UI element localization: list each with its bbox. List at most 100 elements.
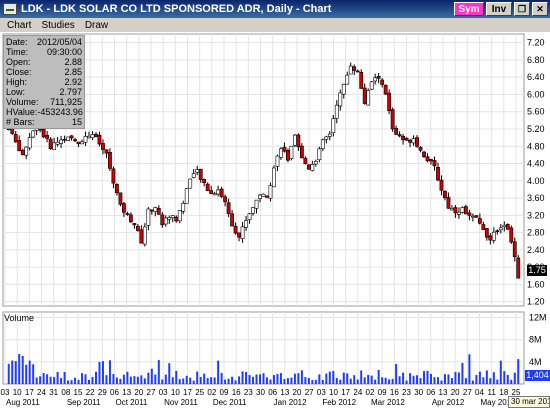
- volume-bar: [450, 378, 453, 384]
- candle-body: [467, 212, 472, 216]
- volume-bar: [259, 374, 262, 384]
- candle-body: [219, 188, 224, 197]
- candle-body: [20, 149, 25, 155]
- volume-bar: [168, 363, 171, 384]
- menu-chart[interactable]: Chart: [0, 20, 36, 31]
- candle-body: [415, 137, 419, 147]
- candle-body: [334, 104, 339, 119]
- candle-body: [397, 134, 402, 137]
- price-axis-tick-label: 3.20: [527, 210, 545, 220]
- candle-body: [282, 146, 287, 152]
- volume-bar: [328, 371, 331, 384]
- last-volume-label: 1,404: [525, 370, 550, 381]
- volume-bar: [443, 374, 446, 384]
- title-bar[interactable]: LDK - LDK SOLAR CO LTD SPONSORED ADR, Da…: [0, 0, 550, 18]
- volume-bar: [245, 372, 248, 384]
- candle-body: [233, 225, 238, 234]
- volume-bar: [11, 360, 14, 384]
- candle-body: [401, 135, 405, 141]
- chart-area[interactable]: 03 10 17 24 31 08 15 22 29 06 13 20 27 03 10 17 25 02 09 16…: [0, 32, 550, 408]
- volume-bar: [108, 360, 111, 384]
- volume-bar: [101, 361, 104, 384]
- candle-body: [432, 160, 437, 167]
- candle-body: [313, 161, 318, 165]
- menu-draw[interactable]: Draw: [80, 20, 113, 31]
- volume-bar: [499, 360, 502, 384]
- x-day-tick-label: 10: [171, 388, 180, 397]
- candle-body: [491, 231, 496, 241]
- x-day-tick-label: 15: [74, 388, 83, 397]
- volume-bar: [122, 374, 125, 384]
- price-axis-tick-label: 1.20: [527, 297, 545, 307]
- volume-bar: [140, 375, 143, 384]
- candle-body: [198, 168, 203, 180]
- candle-body: [212, 193, 217, 196]
- candle-body: [404, 137, 409, 141]
- x-day-tick-label: 03: [1, 388, 10, 397]
- close-icon[interactable]: ✕: [532, 2, 548, 16]
- x-day-tick-label: 27: [147, 388, 156, 397]
- volume-bar: [14, 361, 17, 384]
- candle-body: [470, 215, 475, 218]
- candle-body: [191, 173, 196, 178]
- volume-bar: [367, 374, 370, 384]
- volume-bar: [297, 373, 300, 384]
- volume-bar: [318, 374, 321, 384]
- price-axis-tick-label: 7.20: [527, 38, 545, 48]
- x-day-tick-label: 22: [86, 388, 95, 397]
- candle-body: [27, 137, 32, 149]
- volume-bar: [255, 374, 258, 384]
- candle-body: [177, 210, 182, 222]
- volume-bar: [279, 373, 282, 384]
- inv-button[interactable]: Inv: [486, 2, 512, 16]
- volume-bar: [28, 360, 31, 384]
- volume-bar: [35, 377, 38, 384]
- info-row-bars: # Bars: 15: [6, 117, 82, 127]
- volume-bar: [360, 370, 363, 384]
- candle-body: [101, 143, 105, 150]
- restore-icon[interactable]: ❐: [514, 2, 530, 16]
- candle-body: [268, 185, 273, 199]
- candle-body: [167, 217, 172, 220]
- candle-body: [10, 128, 15, 134]
- volume-bar: [224, 379, 227, 384]
- volume-bar: [398, 376, 401, 384]
- candle-body: [296, 134, 301, 148]
- volume-bar: [210, 377, 213, 384]
- last-price-label: 1.75: [527, 265, 547, 276]
- volume-bar: [189, 377, 192, 384]
- volume-bar: [161, 379, 164, 384]
- volume-bar: [286, 378, 289, 384]
- volume-bar: [321, 380, 324, 384]
- volume-bar: [32, 364, 35, 384]
- x-month-label: Jan 2012: [274, 398, 307, 407]
- candle-body: [495, 230, 500, 233]
- candle-body: [418, 147, 423, 151]
- candle-body: [261, 193, 266, 197]
- x-month-label: Mar 2012: [371, 398, 405, 407]
- volume-bar: [164, 374, 167, 384]
- candle-body: [160, 214, 165, 226]
- candle-body: [254, 199, 259, 209]
- menu-studies[interactable]: Studies: [36, 20, 79, 31]
- candle-body: [45, 135, 50, 139]
- candle-body: [429, 159, 433, 162]
- candle-body: [460, 207, 465, 213]
- x-day-tick-label: 17: [341, 388, 350, 397]
- volume-bar: [185, 375, 188, 384]
- candle-body: [94, 133, 98, 137]
- price-axis-tick-label: 2.40: [527, 245, 545, 255]
- candle-body: [317, 148, 322, 161]
- volume-bar: [409, 373, 412, 384]
- volume-bar: [25, 364, 28, 384]
- volume-bar: [464, 378, 467, 384]
- volume-bar: [94, 371, 97, 384]
- sym-button[interactable]: Sym: [454, 2, 484, 16]
- x-day-tick-label: 03: [317, 388, 326, 397]
- candle-body: [474, 215, 479, 218]
- info-row-date: Date: 2012/05/04: [6, 37, 82, 47]
- volume-bar: [395, 363, 398, 384]
- volume-bar: [471, 380, 474, 384]
- volume-bar: [262, 373, 265, 384]
- x-day-tick-label: 13: [122, 388, 131, 397]
